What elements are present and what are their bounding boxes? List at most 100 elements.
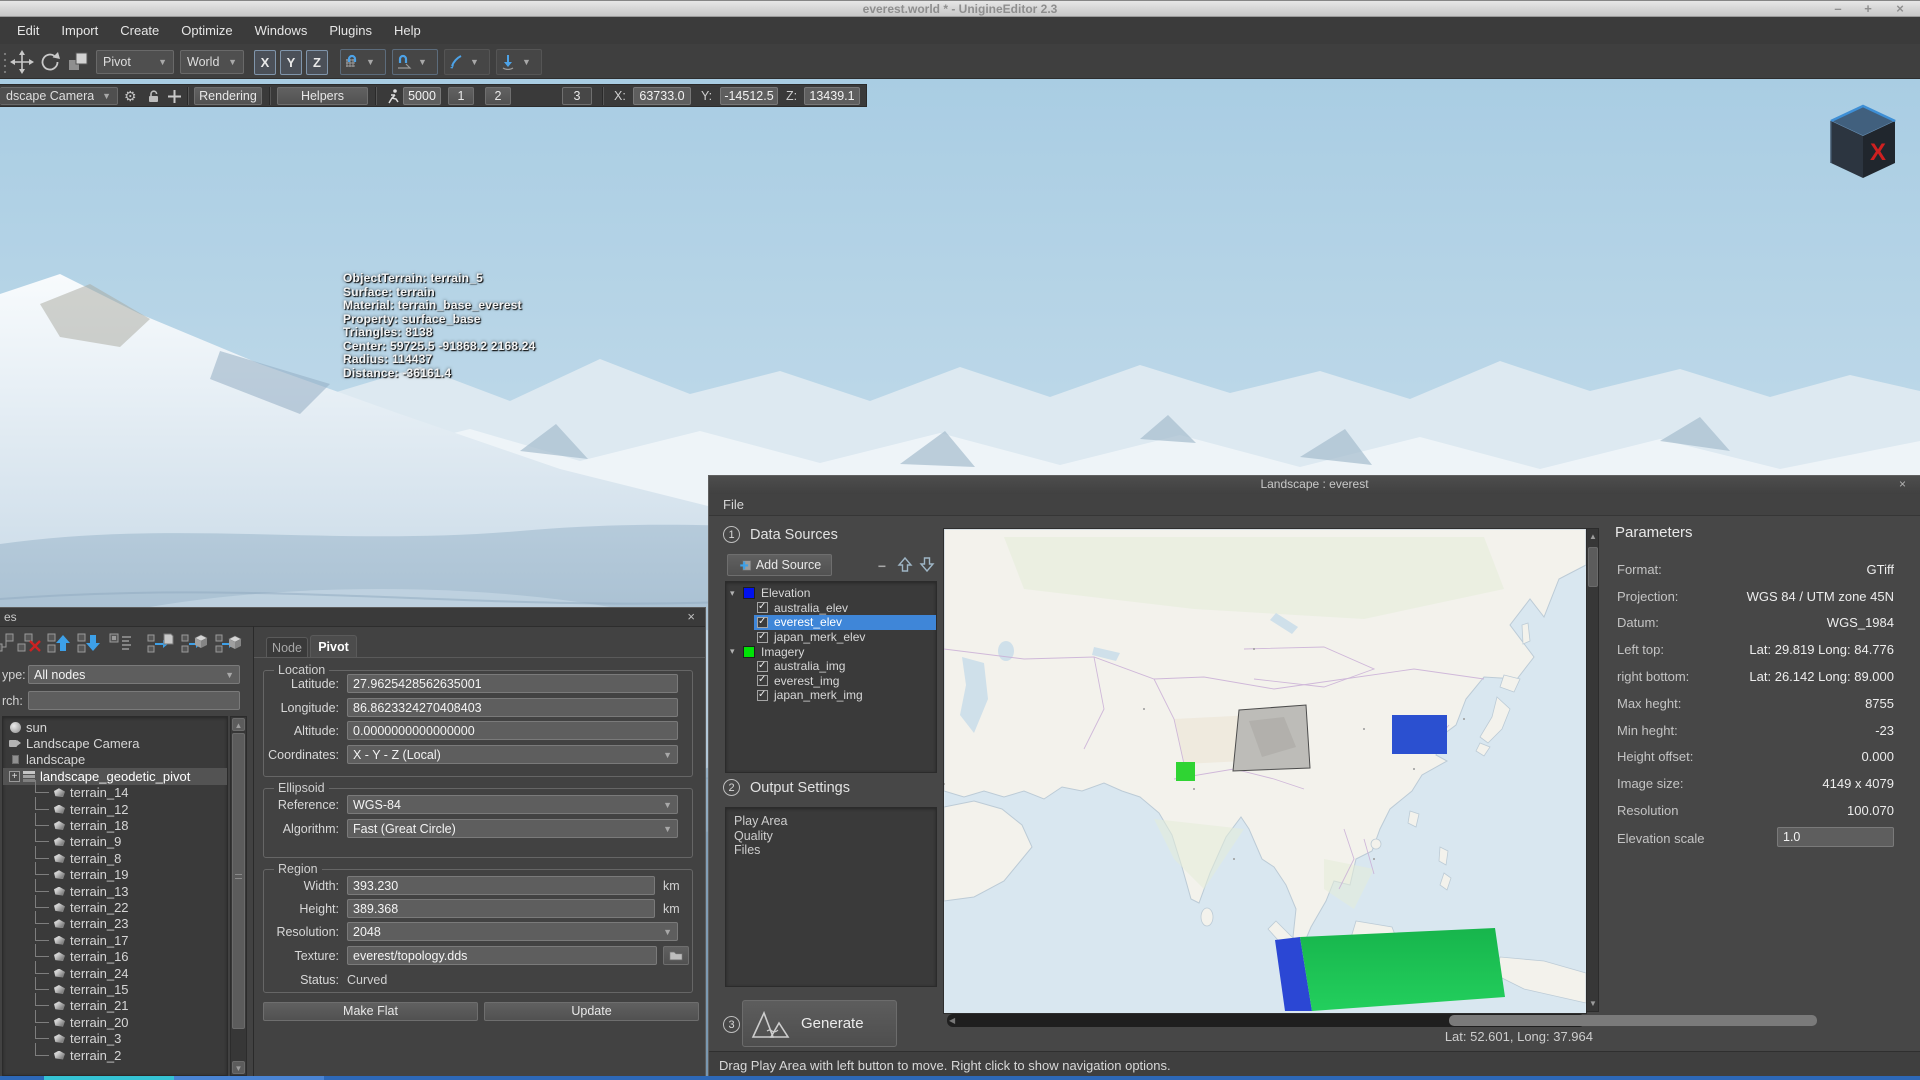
source-row[interactable]: Elevation (726, 586, 936, 601)
space-mode-select[interactable]: World ▼ (180, 50, 244, 74)
elevation-scale-input[interactable] (1777, 827, 1894, 847)
source-row[interactable]: australia_elev (726, 601, 936, 616)
axis-y-button[interactable]: Y (280, 50, 302, 75)
scroll-up-icon[interactable]: ▲ (1587, 530, 1599, 543)
source-row[interactable]: japan_merk_img (726, 688, 936, 703)
source-up-icon[interactable] (897, 556, 913, 573)
menu-item[interactable]: Create (109, 17, 170, 44)
clone-node-icon[interactable] (146, 631, 174, 655)
tab-pivot[interactable]: Pivot (310, 635, 357, 658)
y-coord-field[interactable]: -14512.5 (720, 87, 778, 105)
close-icon[interactable]: × (1899, 476, 1906, 493)
texture-field[interactable]: everest/topology.dds (347, 946, 657, 965)
camera-select[interactable]: dscape Camera ▼ (0, 87, 118, 105)
scale-tool-icon[interactable] (66, 50, 90, 74)
update-button[interactable]: Update (484, 1002, 699, 1021)
node-tree-row[interactable]: terrain_2 (3, 1042, 227, 1063)
menu-item[interactable]: Plugins (318, 17, 383, 44)
source-row[interactable]: everest_elev (726, 615, 936, 630)
scroll-up-icon[interactable]: ▲ (232, 718, 245, 731)
map-hscrollbar[interactable]: ◀ (947, 1014, 1817, 1027)
lock-icon[interactable] (146, 89, 161, 104)
z-coord-field[interactable]: 13439.1 (804, 87, 860, 105)
output-settings-item[interactable]: Files (726, 843, 936, 858)
navigation-cube[interactable]: X (1824, 100, 1902, 196)
maximize-button[interactable]: + (1858, 1, 1878, 16)
close-button[interactable]: × (1890, 1, 1910, 16)
expander-icon[interactable] (730, 588, 743, 599)
source-checkbox[interactable] (757, 660, 768, 672)
map-view[interactable] (943, 528, 1587, 1014)
tree-expander-icon[interactable]: + (9, 770, 20, 782)
delete-node-icon[interactable] (16, 631, 42, 655)
output-settings-item[interactable]: Play Area (726, 814, 936, 829)
scrollbar-thumb[interactable] (232, 733, 245, 1029)
longitude-field[interactable]: 86.8623324270408403 (347, 698, 678, 717)
move-camera-icon[interactable] (167, 89, 182, 104)
generate-button[interactable]: Generate (742, 1000, 897, 1047)
minimize-button[interactable]: – (1828, 1, 1848, 16)
source-checkbox[interactable] (757, 616, 768, 628)
scroll-down-icon[interactable]: ▼ (232, 1061, 245, 1074)
move-tool-icon[interactable] (10, 50, 34, 74)
pivot-mode-select[interactable]: Pivot ▼ (96, 50, 174, 74)
close-icon[interactable]: × (687, 609, 695, 624)
source-checkbox[interactable] (757, 601, 768, 614)
source-down-icon[interactable] (919, 556, 935, 573)
search-input[interactable] (28, 691, 240, 710)
make-flat-button[interactable]: Make Flat (263, 1002, 478, 1021)
gear-icon[interactable]: ⚙ (124, 88, 137, 104)
source-checkbox[interactable] (757, 631, 768, 643)
altitude-field[interactable]: 0.0000000000000000 (347, 721, 678, 740)
map-vscrollbar[interactable]: ▲ ▼ (1586, 528, 1599, 1012)
scroll-left-icon[interactable]: ◀ (949, 1014, 955, 1027)
speed-preset-3[interactable]: 3 (562, 87, 592, 105)
snap-angle-button[interactable]: ▼ (392, 49, 438, 75)
browse-texture-button[interactable] (663, 946, 689, 965)
axis-x-button[interactable]: X (254, 50, 276, 75)
source-row[interactable]: Imagery (726, 644, 936, 659)
menu-item[interactable]: Edit (6, 17, 50, 44)
rendering-button[interactable]: Rendering (194, 87, 262, 105)
source-checkbox[interactable] (757, 689, 768, 701)
camera-speed-field[interactable]: 5000 (403, 87, 441, 105)
speed-preset-2[interactable]: 2 (485, 87, 511, 105)
x-coord-field[interactable]: 63733.0 (633, 87, 691, 105)
add-source-button[interactable]: Add Source (727, 554, 832, 576)
node-tree-row[interactable]: Landscape Camera (3, 735, 227, 751)
toolbar-drag-handle[interactable] (2, 51, 8, 73)
snap-grid-button[interactable]: ▼ (340, 49, 386, 75)
expander-icon[interactable] (730, 646, 743, 657)
move-node-down-icon[interactable] (76, 631, 102, 655)
scroll-down-icon[interactable]: ▼ (1587, 997, 1599, 1010)
latitude-field[interactable]: 27.9625428562635001 (347, 674, 678, 693)
algorithm-select[interactable]: Fast (Great Circle) ▼ (347, 819, 678, 838)
output-settings-item[interactable]: Quality (726, 829, 936, 844)
drop-to-ground-button[interactable]: ▼ (496, 49, 542, 75)
width-field[interactable]: 393.230 (347, 876, 655, 895)
move-node-up-icon[interactable] (46, 631, 72, 655)
instance-node-icon[interactable] (214, 631, 242, 655)
axis-z-button[interactable]: Z (306, 50, 328, 75)
node-type-filter-select[interactable]: All nodes ▼ (28, 665, 240, 684)
node-tree-row[interactable]: landscape (3, 752, 227, 768)
source-row[interactable]: everest_img (726, 674, 936, 689)
node-list-icon[interactable] (108, 631, 134, 655)
reference-select[interactable]: WGS-84 ▼ (347, 795, 678, 814)
clone-hierarchy-icon[interactable] (180, 631, 208, 655)
tab-node[interactable]: Node (266, 637, 308, 658)
coordinates-select[interactable]: X - Y - Z (Local) ▼ (347, 745, 678, 764)
scrollbar-thumb[interactable] (1588, 547, 1598, 587)
menu-item[interactable]: Optimize (170, 17, 243, 44)
height-field[interactable]: 389.368 (347, 899, 655, 918)
node-tree-row[interactable]: sun (3, 719, 227, 735)
source-checkbox[interactable] (757, 674, 768, 687)
source-row[interactable]: japan_merk_elev (726, 630, 936, 645)
scrollbar-thumb[interactable] (1449, 1015, 1817, 1026)
menu-item[interactable]: Windows (244, 17, 319, 44)
remove-source-icon[interactable]: − (873, 558, 891, 574)
snap-surface-button[interactable]: ▼ (444, 49, 490, 75)
source-row[interactable]: australia_img (726, 659, 936, 674)
tree-scrollbar[interactable]: ▲ ▼ (230, 716, 247, 1076)
speed-preset-1[interactable]: 1 (448, 87, 474, 105)
